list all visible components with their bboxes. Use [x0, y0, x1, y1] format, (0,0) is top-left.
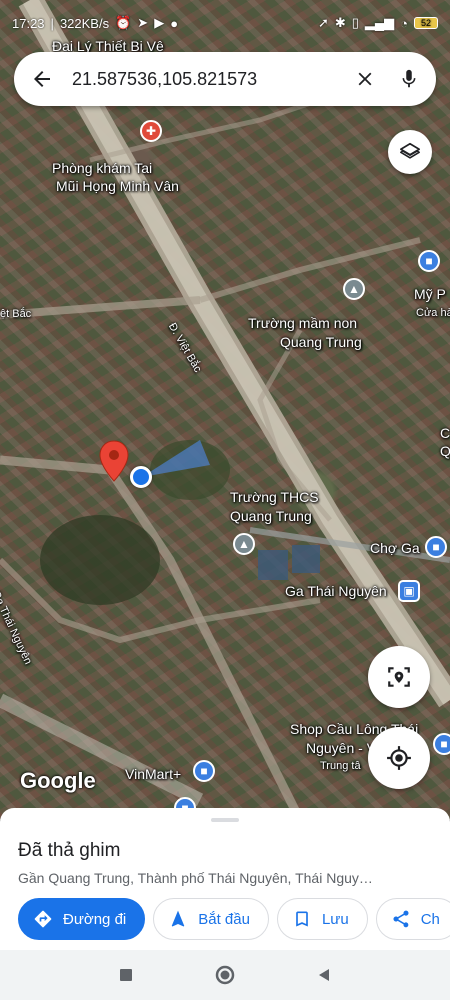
sheet-address: Gần Quang Trung, Thành phố Thái Nguyên, … — [18, 870, 373, 886]
school-icon[interactable]: ▲ — [343, 278, 365, 300]
map-label-kindergarten-line1[interactable]: Trường mầm non — [248, 315, 357, 332]
back-button[interactable] — [316, 967, 332, 983]
status-bar: 17:23 | 322KB/s ⏰ ➤ ▶ ● ➚ ✱ ▯ ▂▄▆ ◔ 52 — [0, 0, 450, 46]
map-label-ga-thai-nguyen[interactable]: Ga Thái Nguyên — [285, 583, 387, 600]
my-location-dot — [130, 466, 152, 488]
home-button[interactable] — [214, 964, 236, 986]
battery-icon: 52 — [414, 17, 438, 29]
map-label-thcs-line2[interactable]: Quang Trung — [230, 508, 312, 525]
share-icon — [393, 910, 409, 928]
lens-button[interactable] — [368, 646, 430, 708]
train-station-icon[interactable]: ▣ — [398, 580, 420, 602]
map-label-edge-q: Q — [440, 443, 450, 459]
map-label-kindergarten-line2[interactable]: Quang Trung — [280, 334, 362, 351]
lens-scan-icon — [388, 667, 410, 687]
navigation-arrow-icon — [172, 910, 185, 927]
layers-button[interactable] — [388, 130, 432, 174]
share-button[interactable]: Ch — [375, 898, 450, 940]
map-label-street-left: ệt Bắc — [0, 308, 32, 320]
google-logo: Google — [20, 768, 96, 793]
map-label-clinic-line2[interactable]: Mũi Họng Minh Vân — [56, 178, 179, 195]
wifi-icon: ◔ — [400, 15, 408, 31]
telegram-icon: ➤ — [137, 15, 149, 30]
sheet-grabber[interactable] — [211, 818, 239, 822]
shopping-icon[interactable]: ■ — [433, 733, 450, 755]
place-sheet[interactable]: Đã thả ghim Gần Quang Trung, Thành phố T… — [0, 808, 450, 950]
bookmark-icon — [296, 911, 308, 927]
map-label-vinmart[interactable]: VinMart+ — [125, 766, 181, 783]
back-arrow-icon[interactable] — [30, 67, 54, 91]
dropped-pin-icon[interactable] — [98, 440, 130, 482]
start-button[interactable]: Bắt đầu — [153, 898, 269, 940]
close-icon[interactable] — [354, 68, 376, 90]
alarm-icon: ⏰ — [115, 15, 132, 30]
directions-button[interactable]: Đường đi — [18, 898, 146, 940]
layers-icon — [400, 142, 420, 159]
school-icon[interactable]: ▲ — [233, 533, 255, 555]
status-speed: 322KB/s — [59, 15, 110, 31]
map-label-my-line2[interactable]: Cửa hà — [416, 305, 450, 322]
system-nav-bar — [0, 950, 450, 1000]
crosshair-icon — [387, 746, 411, 770]
bluetooth-icon: ✱ — [334, 15, 346, 30]
map-label-edge-c: C — [440, 425, 450, 441]
map-label-clinic-line1[interactable]: Phòng khám Tai — [52, 160, 152, 177]
sheet-actions: Đường đi Bắt đầu Lưu Ch — [18, 898, 450, 940]
my-location-button[interactable] — [368, 727, 430, 789]
map-label-cho-ga[interactable]: Chợ Ga — [370, 540, 420, 557]
map-label-trung-tam[interactable]: Trung tâ — [320, 758, 361, 775]
map-label-my-line1[interactable]: Mỹ P — [414, 286, 446, 303]
search-bar[interactable]: 21.587536,105.821573 — [14, 52, 436, 106]
youtube-icon: ▶ — [154, 15, 165, 30]
map-label-thcs-line1[interactable]: Trường THCS — [230, 489, 319, 506]
clinic-icon[interactable]: ✚ — [140, 120, 162, 142]
microphone-icon[interactable] — [398, 67, 420, 91]
location-icon: ➚ — [317, 15, 329, 30]
market-icon[interactable]: ■ — [425, 536, 447, 558]
save-button[interactable]: Lưu — [276, 898, 368, 940]
start-label: Bắt đầu — [198, 910, 250, 928]
recent-apps-button[interactable] — [118, 967, 134, 983]
status-divider: | — [50, 15, 54, 31]
status-time: 17:23 — [12, 15, 45, 31]
directions-label: Đường đi — [63, 910, 127, 928]
search-query-text[interactable]: 21.587536,105.821573 — [72, 69, 354, 90]
sheet-title: Đã thả ghim — [18, 840, 121, 861]
share-label: Ch — [420, 910, 440, 928]
save-label: Lưu — [321, 910, 349, 928]
signal-icon: ▂▄▆ — [364, 15, 395, 30]
store-icon[interactable]: ■ — [193, 760, 215, 782]
vibrate-icon: ▯ — [351, 15, 359, 30]
notification-icon: ● — [170, 15, 179, 31]
shopping-bag-icon[interactable]: ■ — [418, 250, 440, 272]
directions-icon — [34, 910, 52, 928]
